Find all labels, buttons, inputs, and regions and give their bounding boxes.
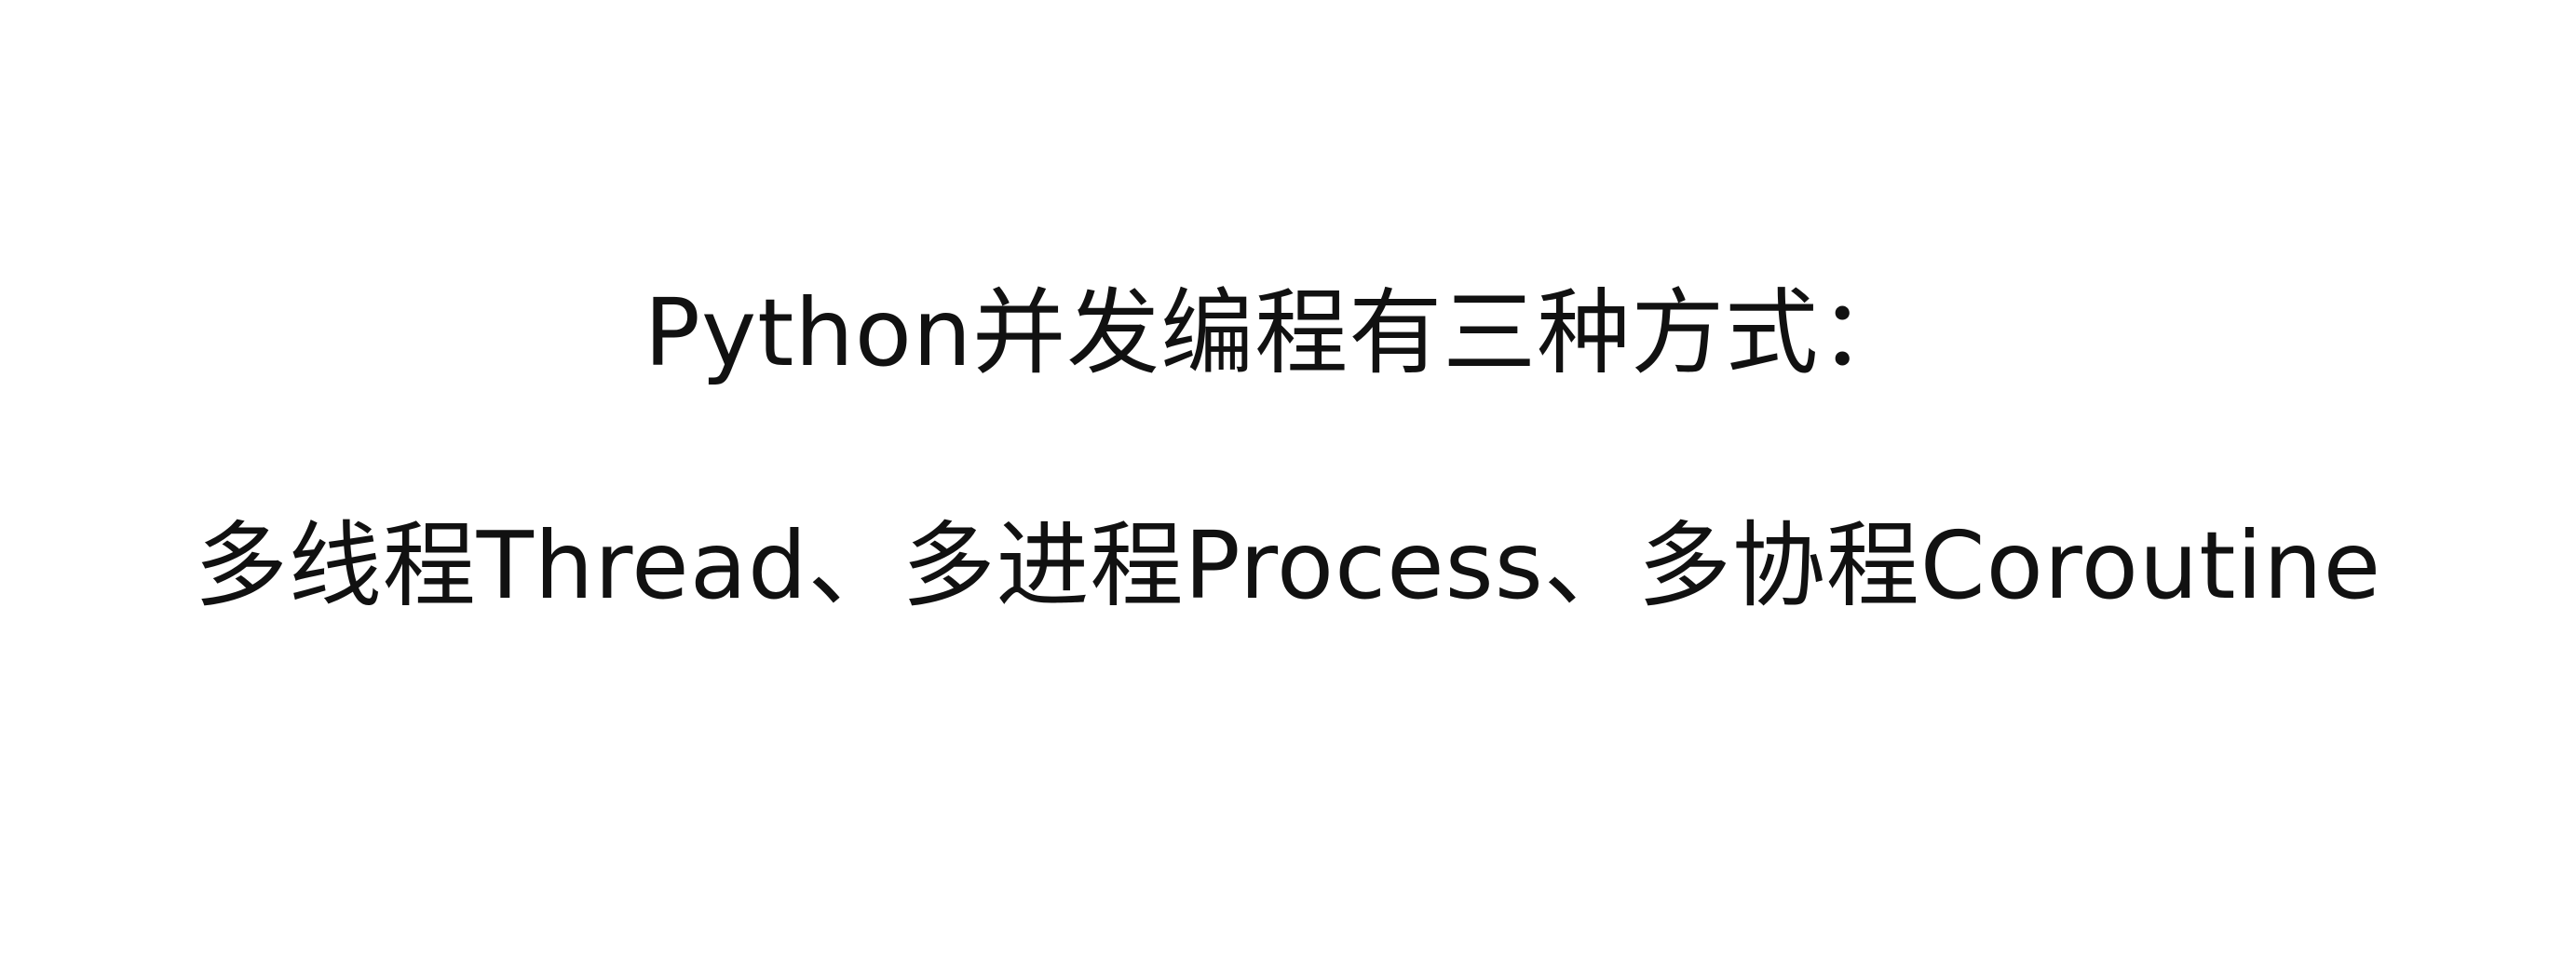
- slide-title: Python并发编程有三种方式：: [644, 278, 1914, 387]
- slide-subtitle: 多线程Thread、多进程Process、多协程Coroutine: [194, 511, 2382, 620]
- slide-canvas: Python并发编程有三种方式： 多线程Thread、多进程Process、多协…: [0, 0, 2576, 972]
